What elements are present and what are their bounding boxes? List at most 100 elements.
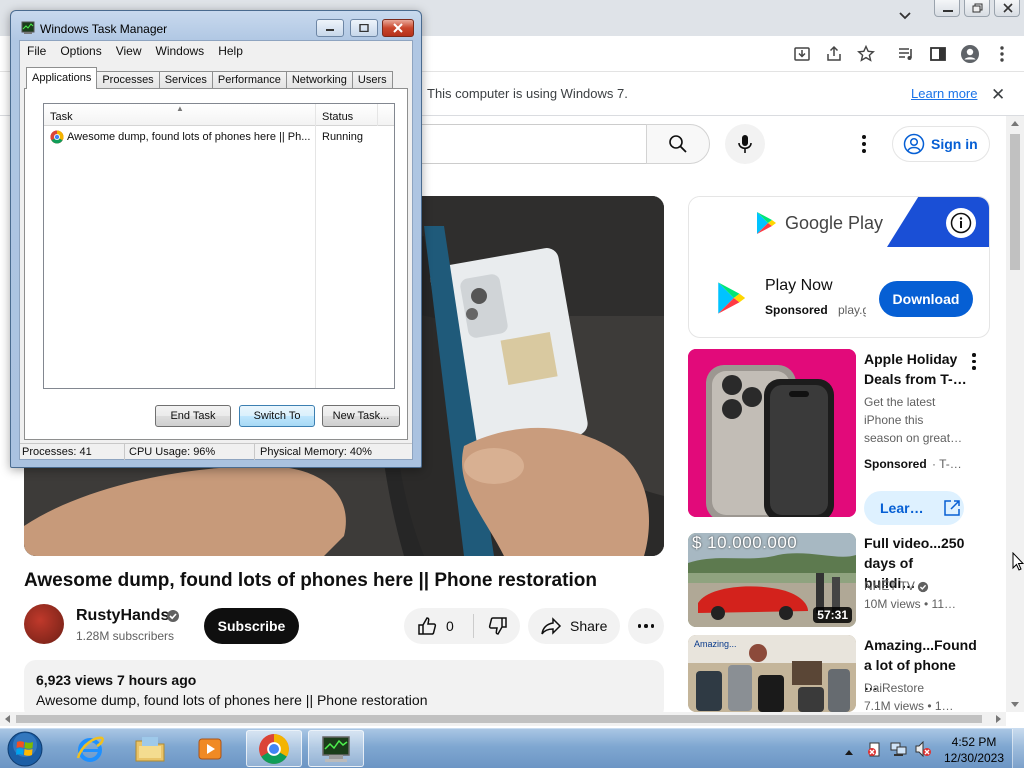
like-dislike-group: 0 [404,608,520,644]
tab-users[interactable]: Users [351,71,393,89]
ad-download-button[interactable]: Download [879,281,973,317]
profile-avatar-icon[interactable] [960,44,980,64]
channel-avatar[interactable] [24,604,64,644]
page-vertical-scrollbar[interactable] [1006,116,1024,712]
chrome-menu-icon[interactable] [992,44,1012,64]
tm-menu-windows[interactable]: Windows [149,41,212,61]
taskbar-chrome[interactable] [246,730,302,767]
thumbnail-overlay-text: $ 10.000.000 [692,533,798,552]
ad-info-icon[interactable] [946,208,976,238]
tm-menu-file[interactable]: File [20,41,53,61]
internet-explorer-icon [76,736,104,762]
media-controls-icon[interactable] [896,44,916,64]
channel-name[interactable]: RustyHands [76,607,169,625]
horizontal-scroll-thumb[interactable] [16,715,982,723]
recommendation-item[interactable]: $ 10.000.000 57:31 Full video...250 days… [688,533,990,627]
rec-channel-name[interactable]: DaiRestore [864,679,924,697]
task-name: Awesome dump, found lots of phones here … [67,131,311,143]
start-button[interactable] [6,731,44,767]
yt-sign-in-button[interactable]: Sign in [892,126,990,162]
tm-close-button[interactable] [382,19,414,37]
recommendation-item[interactable]: Apple Holiday Deals from T-… Get the lat… [688,349,990,529]
rec-ad-line: season on great… [864,431,963,445]
bookmark-star-icon[interactable] [856,44,876,64]
taskbar-task-manager[interactable] [308,730,364,767]
voice-search-button[interactable] [725,124,765,164]
tab-search-chevron-icon[interactable] [898,9,912,28]
rec-menu-icon[interactable] [972,353,976,370]
end-task-button[interactable]: End Task [155,405,231,427]
taskbar-file-explorer[interactable] [122,730,178,767]
column-header-task[interactable]: Task [50,111,73,123]
tab-performance[interactable]: Performance [211,71,287,89]
ad-card[interactable]: Google Play Play Now Sponsored play.goog… [688,196,990,338]
new-task-button[interactable]: New Task... [322,405,400,427]
verified-badge-icon [166,609,180,628]
browser-restore-button[interactable] [964,0,990,17]
page-horizontal-scrollbar[interactable] [0,712,1006,726]
yt-search-input[interactable] [420,124,646,164]
taskbar-internet-explorer[interactable] [62,730,118,767]
share-button[interactable]: Share [528,608,620,644]
rec-thumbnail[interactable]: $ 10.000.000 57:31 [688,533,856,627]
tab-processes[interactable]: Processes [96,71,160,89]
switch-to-button[interactable]: Switch To [239,405,315,427]
dislike-button[interactable] [476,608,520,644]
task-row[interactable]: Awesome dump, found lots of phones here … [44,128,394,146]
video-title: Awesome dump, found lots of phones here … [24,570,597,591]
rec-thumbnail[interactable]: Amazing... [688,635,856,712]
volume-muted-icon[interactable] [914,740,931,758]
like-button[interactable]: 0 [404,608,468,644]
browser-minimize-button[interactable] [934,0,960,17]
chrome-icon [259,733,289,764]
tray-overflow-icon[interactable] [844,743,854,761]
mouse-pointer-icon [1012,551,1024,577]
taskbar-media-player[interactable] [182,730,238,767]
network-icon[interactable] [890,741,907,757]
action-center-icon[interactable] [866,741,882,757]
infobar-close-icon[interactable]: ✕ [991,85,1005,105]
channel-subscriber-count: 1.28M subscribers [76,629,175,643]
clock-date: 12/30/2023 [943,751,1005,765]
browser-close-button[interactable] [994,0,1020,17]
more-actions-icon[interactable] [628,608,664,644]
task-list[interactable]: ▲ Task Status Awesome dump, found lots o… [43,103,395,389]
windows-taskbar: 4:52 PM 12/30/2023 [0,728,1024,768]
column-separator[interactable] [377,104,378,126]
side-panel-icon[interactable] [928,44,948,64]
desktop: This computer is using Windows 7. Learn … [0,0,1024,768]
share-arrow-icon [541,617,562,635]
tab-applications[interactable]: Applications [26,67,98,89]
show-desktop-button[interactable] [1012,729,1024,768]
tm-menu-view[interactable]: View [109,41,149,61]
infobar-learn-more-link[interactable]: Learn more [911,86,977,101]
recommendation-item[interactable]: Amazing... Amazing...Found a lot of phon… [688,635,990,713]
taskbar-clock[interactable]: 4:52 PM 12/30/2023 [940,734,1008,766]
column-header-status[interactable]: Status [322,111,353,123]
status-physical-memory: Physical Memory: 40% [260,446,372,458]
description-text: Awesome dump, found lots of phones here … [36,692,428,708]
tm-maximize-button[interactable] [350,19,378,37]
description-box[interactable]: 6,923 views 7 hours ago Awesome dump, fo… [24,660,664,720]
tm-menu-help[interactable]: Help [211,41,250,61]
status-separator [124,444,125,460]
yt-settings-menu-icon[interactable] [856,132,872,156]
subscribe-button[interactable]: Subscribe [204,608,299,644]
thumbnail-overlay-text: Amazing... [694,639,737,649]
status-processes: Processes: 41 [22,446,92,458]
yt-search-button[interactable] [646,124,710,164]
rec-channel-name[interactable]: NHẾT TV [864,577,915,595]
task-manager-window[interactable]: Windows Task Manager File Options View W… [10,10,422,468]
rec-sponsored-label: Sponsored [864,457,927,471]
ad-sponsored-label: Sponsored [765,303,828,317]
share-page-icon[interactable] [824,44,844,64]
tab-networking[interactable]: Networking [285,71,353,89]
tm-menu-options[interactable]: Options [53,41,108,61]
rec-title[interactable]: Apple Holiday Deals from T-… [864,349,968,389]
learn-more-button[interactable]: Lear… [864,491,964,525]
rec-thumbnail[interactable] [688,349,856,517]
install-app-icon[interactable] [792,44,812,64]
tm-minimize-button[interactable] [316,19,344,37]
vertical-scroll-thumb[interactable] [1010,134,1020,270]
tab-services[interactable]: Services [158,71,213,89]
